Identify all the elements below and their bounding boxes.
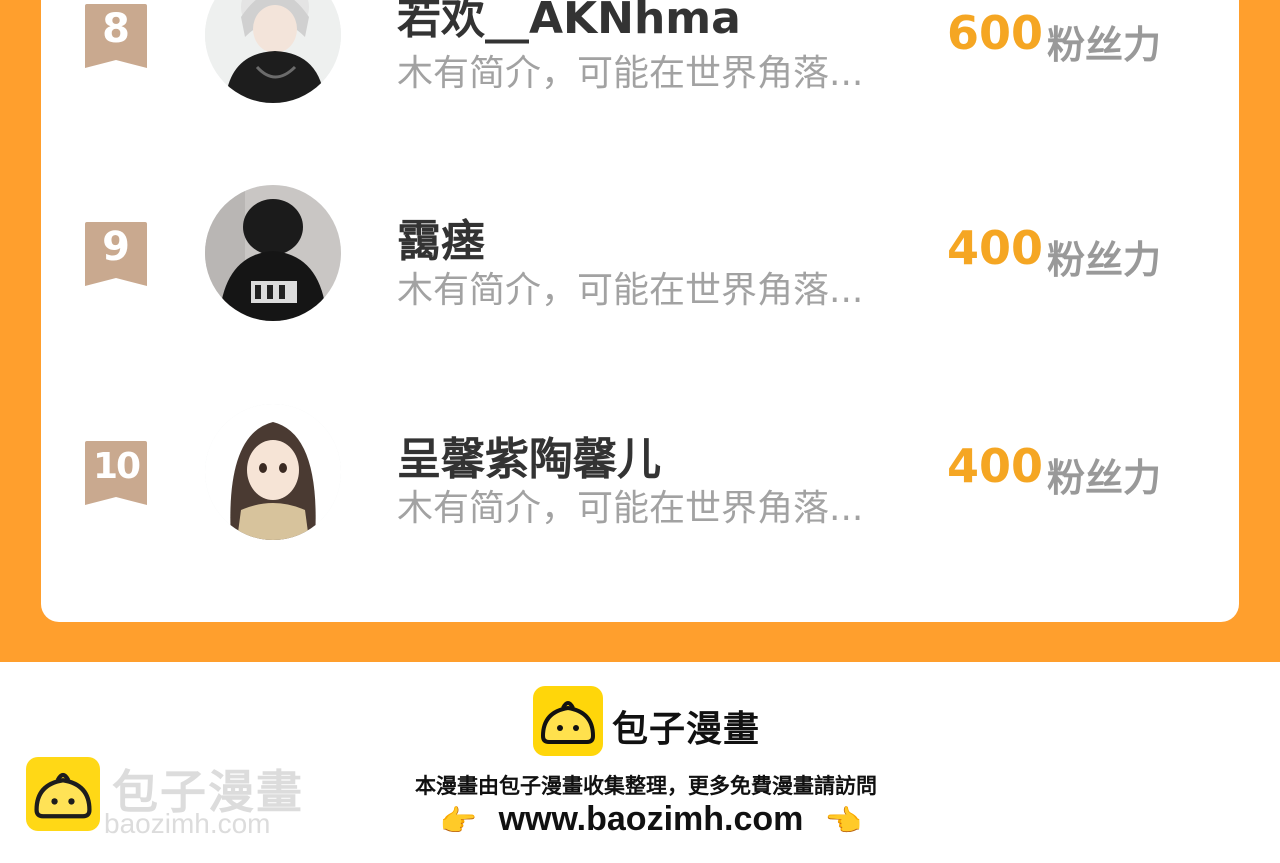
footer-brand[interactable]: 包子漫畫 xyxy=(612,700,760,752)
user-bio: 木有简介，可能在世界角落... xyxy=(397,270,864,311)
fan-power-score: 600 xyxy=(947,6,1044,60)
user-name[interactable]: 靄瘗 xyxy=(397,205,485,269)
bun-icon xyxy=(34,772,92,819)
ranking-row[interactable]: 9 靄瘗 木有简介，可能在世界角落... 400 粉丝力 xyxy=(41,185,1239,325)
pointing-right-icon: 👉 xyxy=(439,804,478,838)
fan-power-unit: 粉丝力 xyxy=(1047,23,1162,67)
rank-badge: 9 xyxy=(85,222,147,286)
user-name[interactable]: 若欢__AKNhma xyxy=(397,0,741,46)
baozi-logo-icon[interactable] xyxy=(533,686,603,756)
user-avatar[interactable] xyxy=(205,185,341,321)
ranking-card: 8 若欢__AKNhma 木有简介，可能在世界角落... 600 粉丝力 9 靄… xyxy=(41,0,1239,622)
rank-badge: 10 xyxy=(85,441,147,505)
user-bio: 木有简介，可能在世界角落... xyxy=(397,53,864,94)
user-avatar[interactable] xyxy=(205,0,341,103)
pointing-left-icon: 👈 xyxy=(824,804,863,838)
anime-girl-scarf-avatar xyxy=(205,404,341,540)
user-name[interactable]: 呈馨紫陶馨儿 xyxy=(397,423,661,487)
rank-badge: 8 xyxy=(85,4,147,68)
black-hoodie-avatar xyxy=(205,185,341,321)
fan-power-score: 400 xyxy=(947,439,1044,493)
user-bio: 木有简介，可能在世界角落... xyxy=(397,488,864,529)
rank-number: 8 xyxy=(102,6,130,52)
anime-boy-hoodie-avatar xyxy=(205,0,341,103)
watermark-url: baozimh.com xyxy=(104,808,271,839)
footer-url-link[interactable]: www.baozimh.com xyxy=(499,800,804,838)
fan-power-unit: 粉丝力 xyxy=(1047,456,1162,500)
watermark-logo-icon xyxy=(26,757,100,831)
fan-power-score: 400 xyxy=(947,221,1044,275)
fan-power-unit: 粉丝力 xyxy=(1047,238,1162,282)
rank-number: 9 xyxy=(102,224,130,270)
rank-number: 10 xyxy=(92,445,141,487)
ranking-row[interactable]: 8 若欢__AKNhma 木有简介，可能在世界角落... 600 粉丝力 xyxy=(41,0,1239,110)
user-avatar[interactable] xyxy=(205,404,341,540)
ranking-row[interactable]: 10 呈馨紫陶馨儿 木有简介，可能在世界角落... 400 粉丝力 xyxy=(41,403,1239,543)
bun-icon xyxy=(540,701,596,744)
